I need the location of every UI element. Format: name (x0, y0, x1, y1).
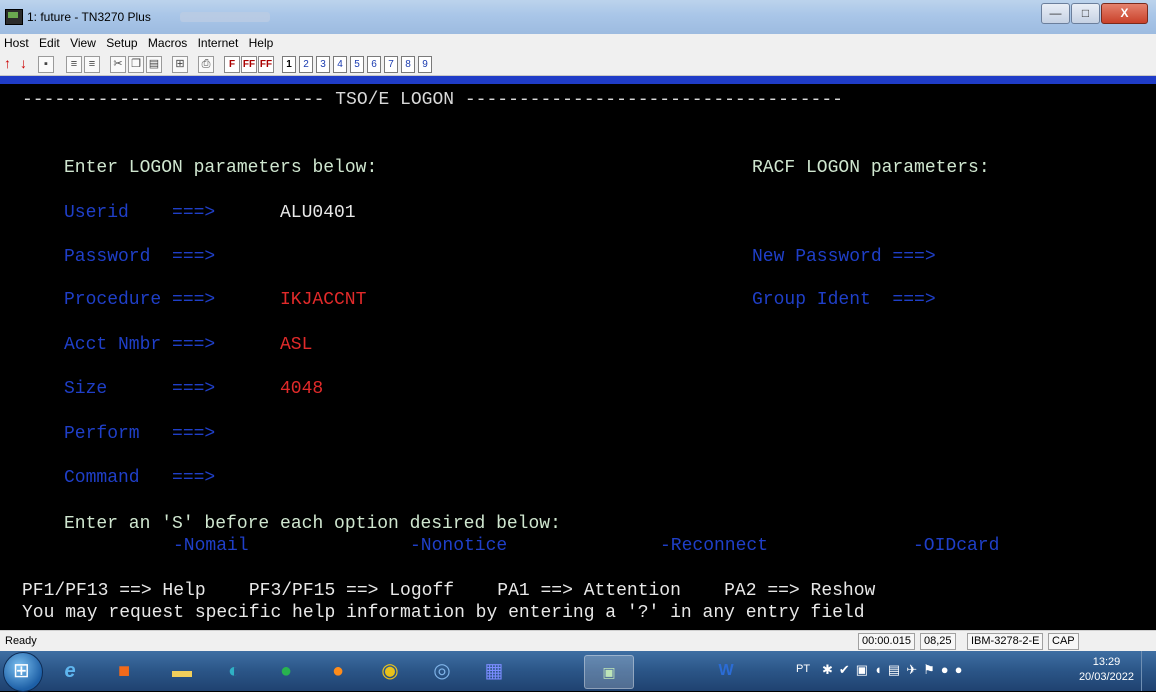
clock[interactable]: 13:29 20/03/2022 (1079, 655, 1134, 685)
menu-view[interactable]: View (66, 34, 99, 50)
group-ident-label: Group Ident ===> (752, 290, 936, 310)
minimize-button[interactable]: — (1041, 3, 1070, 24)
status-cursor-position: 08,25 (920, 633, 956, 650)
option-oidcard[interactable]: -OIDcard (913, 535, 999, 557)
clock-time: 13:29 (1092, 656, 1121, 668)
terminal-top-border (0, 76, 1156, 84)
function-key-button[interactable]: F (224, 56, 240, 73)
menu-internet[interactable]: Internet (194, 34, 242, 50)
session-4-button[interactable]: 4 (333, 56, 347, 73)
session-9-button[interactable]: 9 (418, 56, 432, 73)
terminal-screen[interactable]: ---------------------------- TSO/E LOGON… (0, 84, 1156, 630)
app-green-icon[interactable]: ● (262, 655, 310, 687)
size-label: Size ===> (64, 379, 216, 399)
edge-icon[interactable]: ◐ (210, 655, 258, 687)
print-icon[interactable]: ⎙ (198, 56, 214, 73)
options-prompt: Enter an 'S' before each option desired … (64, 514, 561, 534)
menu-setup[interactable]: Setup (102, 34, 140, 50)
firefox-icon[interactable]: ● (314, 655, 362, 687)
menu-edit[interactable]: Edit (35, 34, 63, 50)
perform-label: Perform ===> (64, 424, 216, 444)
session-7-button[interactable]: 7 (384, 56, 398, 73)
session-5-button[interactable]: 5 (350, 56, 364, 73)
session-1-button[interactable]: 1 (282, 56, 296, 73)
new-password-field[interactable] (1010, 246, 1130, 268)
group-ident-field[interactable] (1010, 289, 1130, 311)
menu-bar: Host Edit View Setup Macros Internet Hel… (0, 34, 1156, 53)
copy-icon[interactable]: ❐ (128, 56, 144, 73)
logon-parameters-heading: Enter LOGON parameters below: (64, 158, 378, 178)
status-bar: Ready 00:00.015 08,25 IBM-3278-2-E CAP (0, 630, 1156, 652)
app-blocks-icon[interactable]: ▦ (470, 655, 518, 687)
help-line: You may request specific help informatio… (22, 603, 865, 623)
language-indicator[interactable]: PT (796, 663, 810, 675)
tn3270-app-icon (5, 9, 23, 25)
option-nomail[interactable]: -Nomail (173, 535, 249, 557)
command-field[interactable] (280, 467, 680, 489)
acct-nmbr-label: Acct Nmbr ===> (64, 335, 216, 355)
tn3270-taskbar-icon[interactable]: ▣ (584, 655, 634, 689)
download-arrow-icon[interactable]: ↓ (20, 56, 27, 71)
procedure-label: Procedure ===> (64, 290, 216, 310)
window-title: 1: future - TN3270 Plus (27, 10, 151, 24)
internet-explorer-icon[interactable]: e (46, 655, 94, 687)
perform-field[interactable] (280, 423, 340, 445)
office-icon[interactable]: ■ (100, 655, 148, 687)
paste-icon[interactable]: ▤ (146, 56, 162, 73)
screen-header: ---------------------------- TSO/E LOGON… (22, 90, 843, 110)
system-tray-icons[interactable]: ✱✔▣◖▤✈⚑●● (822, 662, 968, 678)
save-icon[interactable]: ▪ (38, 56, 54, 73)
chrome-variant-icon[interactable]: ◎ (418, 655, 466, 687)
command-label: Command ===> (64, 468, 216, 488)
toolbar: ↑ ↓ ▪ ≡ ≡ ✂ ❐ ▤ ⊞ ⎙ F FF FF 1 2 3 4 5 6 … (0, 53, 1156, 76)
file-explorer-icon[interactable]: ▬ (158, 655, 206, 687)
status-ready: Ready (5, 635, 37, 647)
word-icon[interactable]: W (702, 655, 750, 687)
menu-macros[interactable]: Macros (144, 34, 190, 50)
select-all-icon[interactable]: ⊞ (172, 56, 188, 73)
menu-help[interactable]: Help (245, 34, 277, 50)
upload-arrow-icon[interactable]: ↑ (4, 56, 11, 71)
session-6-button[interactable]: 6 (367, 56, 381, 73)
procedure-field[interactable]: IKJACCNT (280, 289, 366, 311)
size-field[interactable]: 4048 (280, 378, 323, 400)
taskbar: e ■ ▬ ◐ ● ● ◉ ◎ ▦ ▣ W PT ✱✔▣◖▤✈⚑●● 13:29… (0, 651, 1156, 692)
transfer2-icon[interactable]: ≡ (84, 56, 100, 73)
acct-nmbr-field[interactable]: ASL (280, 334, 312, 356)
pf-keys-line: PF1/PF13 ==> Help PF3/PF15 ==> Logoff PA… (22, 581, 876, 601)
start-button[interactable] (3, 652, 43, 692)
transfer-icon[interactable]: ≡ (66, 56, 82, 73)
cut-icon[interactable]: ✂ (110, 56, 126, 73)
clock-date: 20/03/2022 (1078, 671, 1134, 683)
session-8-button[interactable]: 8 (401, 56, 415, 73)
status-caps: CAP (1048, 633, 1079, 650)
session-2-button[interactable]: 2 (299, 56, 313, 73)
menu-host[interactable]: Host (0, 34, 32, 50)
function-key-button[interactable]: FF (258, 56, 274, 73)
option-reconnect[interactable]: -Reconnect (660, 535, 768, 557)
function-key-button[interactable]: FF (241, 56, 257, 73)
new-password-label: New Password ===> (752, 247, 936, 267)
option-nonotice[interactable]: -Nonotice (410, 535, 507, 557)
session-3-button[interactable]: 3 (316, 56, 330, 73)
window-titlebar[interactable]: 1: future - TN3270 Plus — □ X (0, 0, 1156, 34)
status-terminal-type: IBM-3278-2-E (967, 633, 1044, 650)
password-label: Password ===> (64, 247, 216, 267)
password-field[interactable] (280, 246, 480, 268)
maximize-button[interactable]: □ (1071, 3, 1100, 24)
show-desktop-button[interactable] (1141, 651, 1156, 691)
title-redacted (180, 12, 270, 22)
userid-label: Userid ===> (64, 203, 216, 223)
chrome-icon[interactable]: ◉ (366, 655, 414, 687)
userid-field[interactable]: ALU0401 (280, 202, 356, 224)
close-button[interactable]: X (1101, 3, 1148, 24)
status-timer: 00:00.015 (858, 633, 915, 650)
racf-parameters-heading: RACF LOGON parameters: (752, 158, 990, 178)
